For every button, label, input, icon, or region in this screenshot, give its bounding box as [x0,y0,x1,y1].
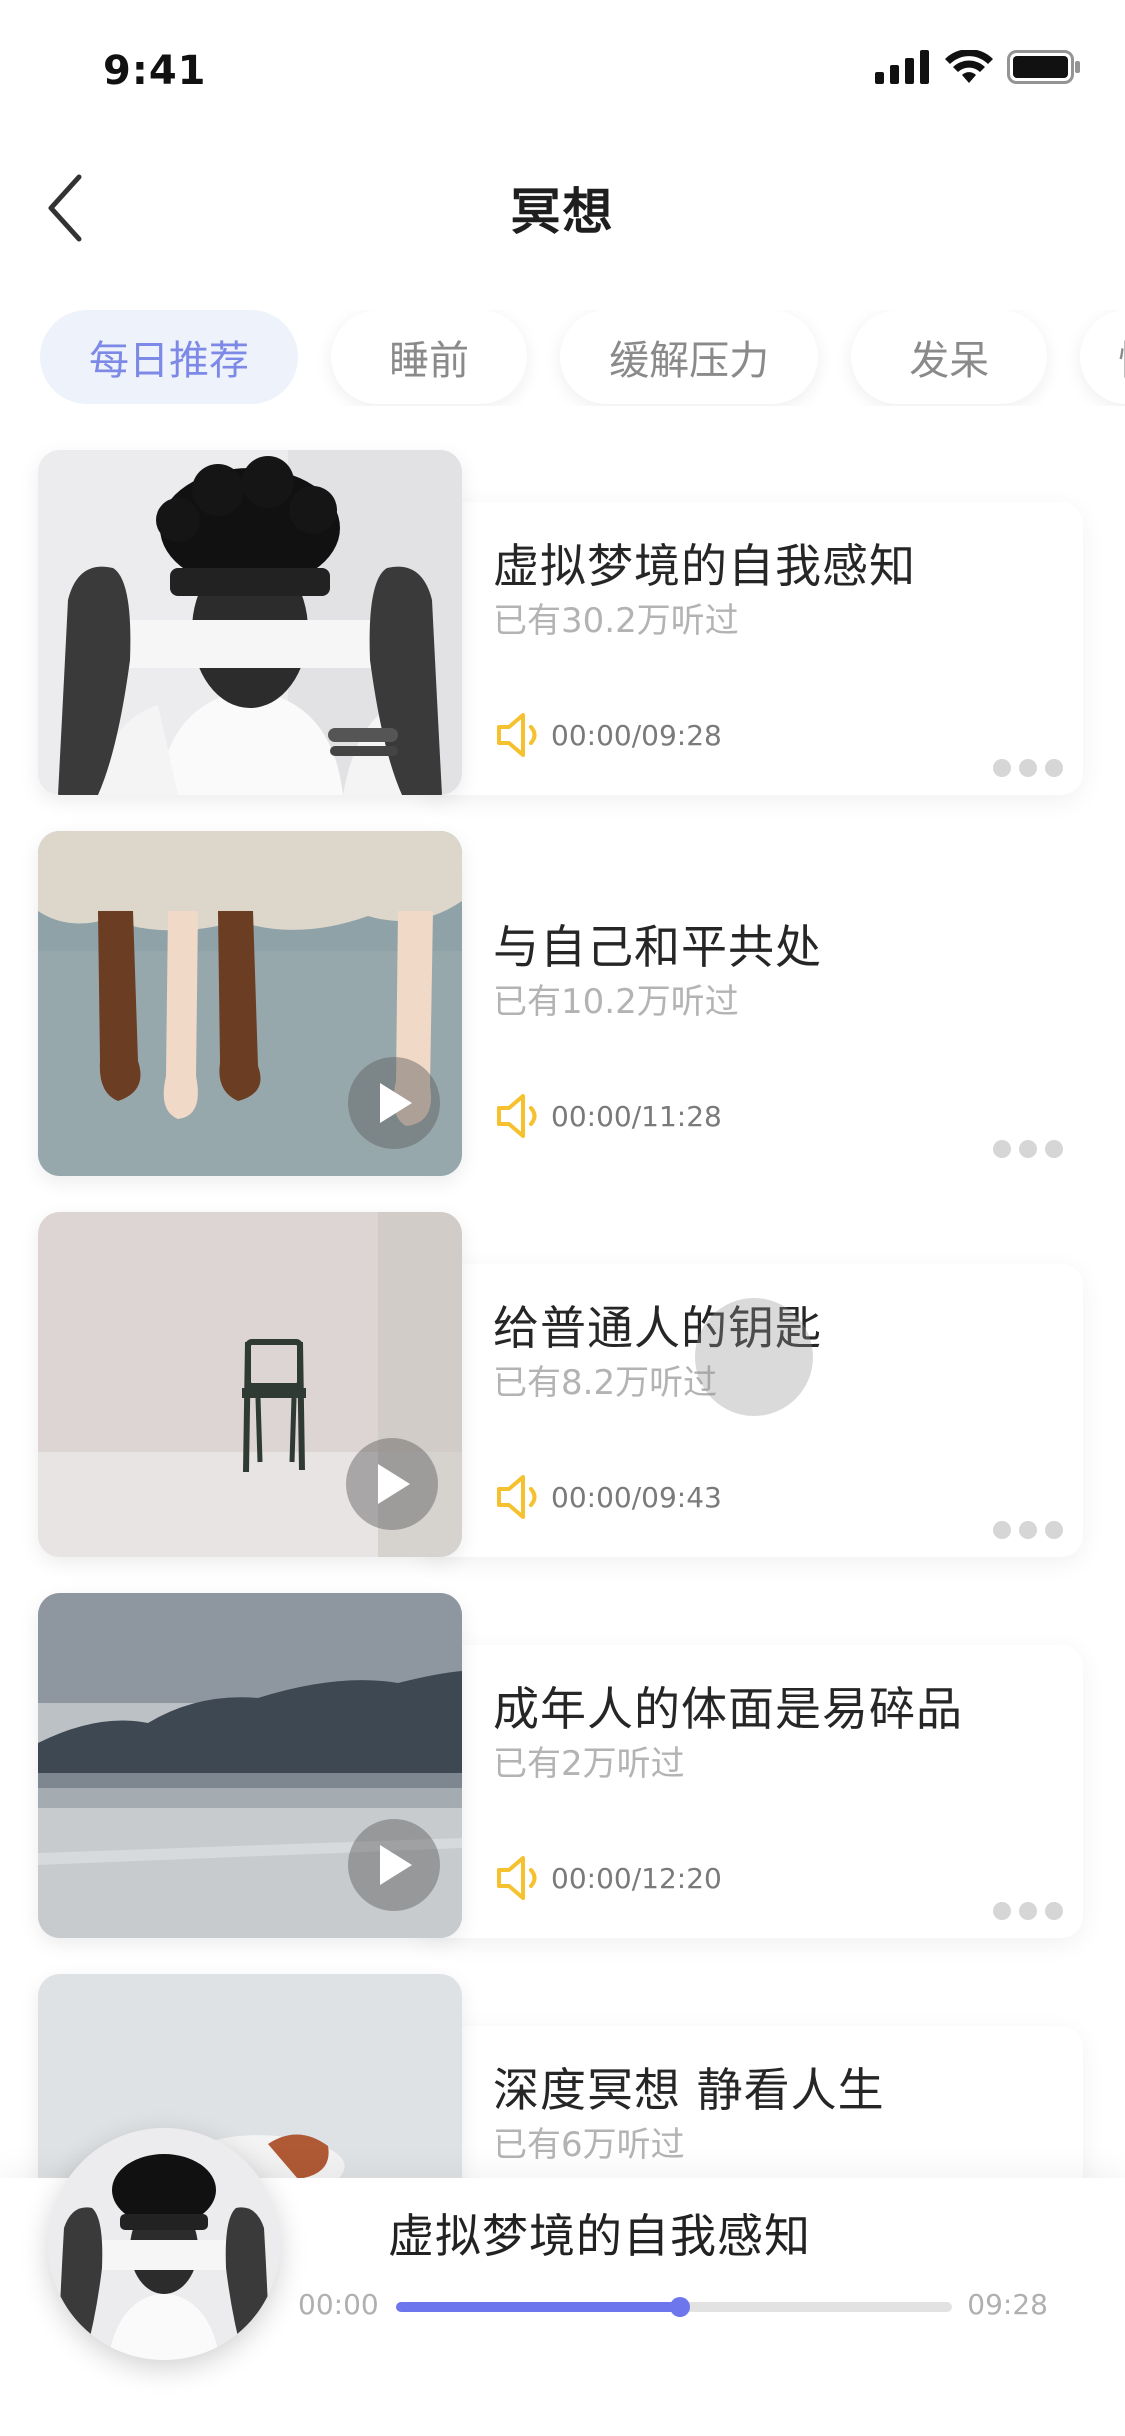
item-time: 00:00/12:20 [551,1861,722,1895]
speaker-icon[interactable] [493,1470,547,1524]
blindfold-portrait-image [48,2128,280,2360]
tab-relieve-stress[interactable]: 缓解压力 [560,310,819,404]
item-listen-count: 已有10.2万听过 [493,982,739,1022]
progress-handle[interactable] [669,2297,690,2317]
item-audio-info: 00:00/09:43 [493,1470,722,1524]
player-title: 虚拟梦境的自我感知 [388,2209,811,2263]
item-listen-count: 已有2万听过 [493,1744,685,1784]
item-thumbnail[interactable] [38,1593,462,1938]
signal-icon [875,50,929,84]
item-title: 虚拟梦境的自我感知 [493,539,916,593]
more-dot-icon [993,759,1011,777]
player-progress: 00:00 09:28 [298,2286,1088,2326]
play-button[interactable] [348,1819,440,1911]
tab-daydream[interactable]: 发呆 [851,310,1048,404]
page-title: 冥想 [510,183,615,241]
play-icon [380,1083,412,1123]
nav-bar: 冥想 [0,140,1125,270]
list-item[interactable]: 与自己和平共处 已有10.2万听过 00:00/11:28 [38,831,1083,1176]
more-options-button[interactable] [993,756,1063,780]
tab-daily-recommend[interactable]: 每日推荐 [40,310,298,404]
blindfold-portrait-image [38,450,462,795]
list-item[interactable]: 给普通人的钥匙 已有8.2万听过 00:00/09:43 [38,1212,1083,1557]
item-listen-count: 已有6万听过 [493,2125,685,2165]
more-dot-icon [993,1902,1011,1920]
player-artwork[interactable] [48,2128,280,2360]
more-dot-icon [1019,1902,1037,1920]
battery-icon [1007,50,1080,84]
play-icon [378,1464,410,1504]
play-button[interactable] [346,1438,438,1530]
more-options-button[interactable] [993,1899,1063,1923]
status-bar: 9:41 [0,0,1125,140]
item-thumbnail[interactable] [38,450,462,795]
more-dot-icon [1045,1140,1063,1158]
wifi-icon [945,50,993,83]
more-dot-icon [993,1140,1011,1158]
touch-indicator [695,1298,813,1416]
more-dot-icon [1045,759,1063,777]
item-title: 与自己和平共处 [493,920,822,974]
item-thumbnail[interactable] [38,831,462,1176]
speaker-icon[interactable] [493,708,547,762]
list-item[interactable]: 成年人的体面是易碎品 已有2万听过 00:00/12:20 [38,1593,1083,1938]
progress-track[interactable] [396,2297,952,2317]
item-time: 00:00/09:28 [551,718,722,752]
more-dot-icon [1019,759,1037,777]
status-time: 9:41 [103,48,207,94]
player-duration: 09:28 [967,2288,1048,2321]
item-listen-count: 已有30.2万听过 [493,601,739,641]
speaker-icon[interactable] [493,1089,547,1143]
category-tabs: 每日推荐 睡前 缓解压力 发呆 情 [40,310,1125,406]
play-button[interactable] [348,1057,440,1149]
tab-emotion[interactable]: 情 [1080,310,1125,404]
more-dot-icon [1019,1140,1037,1158]
more-dot-icon [1045,1521,1063,1539]
more-options-button[interactable] [993,1518,1063,1542]
item-audio-info: 00:00/11:28 [493,1089,722,1143]
item-thumbnail[interactable] [38,1212,462,1557]
more-options-button[interactable] [993,1137,1063,1161]
item-time: 00:00/09:43 [551,1480,722,1514]
item-time: 00:00/11:28 [551,1099,722,1133]
progress-fill [396,2302,680,2312]
tab-before-sleep[interactable]: 睡前 [331,310,528,404]
more-dot-icon [1019,1521,1037,1539]
player-current-time: 00:00 [298,2288,379,2321]
status-icons [875,50,1081,84]
list-item[interactable]: 虚拟梦境的自我感知 已有30.2万听过 00:00/09:28 [38,450,1083,795]
item-title: 成年人的体面是易碎品 [493,1682,963,1736]
item-audio-info: 00:00/12:20 [493,1851,722,1905]
item-listen-count: 已有8.2万听过 [493,1363,718,1403]
mini-player[interactable]: 虚拟梦境的自我感知 00:00 09:28 [0,2128,1125,2436]
more-dot-icon [993,1521,1011,1539]
speaker-icon[interactable] [493,1851,547,1905]
item-audio-info: 00:00/09:28 [493,708,722,762]
play-icon [380,1845,412,1885]
more-dot-icon [1045,1902,1063,1920]
item-title: 深度冥想 静看人生 [493,2063,885,2117]
